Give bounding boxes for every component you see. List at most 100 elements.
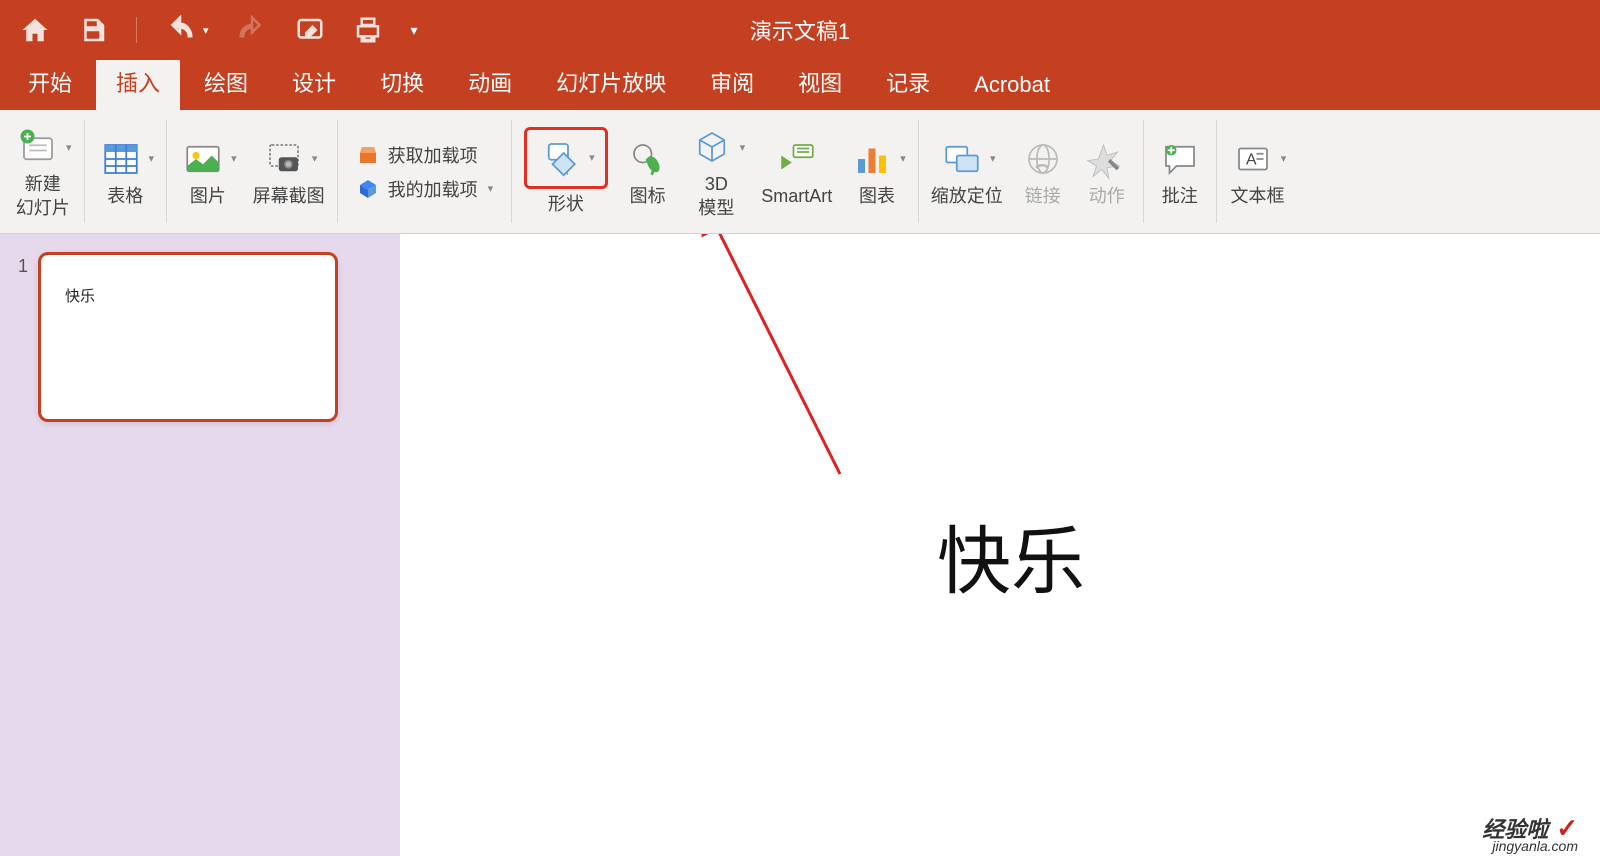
3dmodel-button[interactable]: ▾ 3D 模型	[680, 110, 754, 233]
tab-animation[interactable]: 动画	[448, 54, 532, 110]
divider	[136, 17, 137, 43]
dropdown-arrow[interactable]: ▾	[312, 152, 318, 165]
dropdown-arrow[interactable]: ▾	[66, 141, 72, 154]
action-button[interactable]: 动作	[1075, 110, 1139, 233]
smartart-label: SmartArt	[761, 185, 832, 208]
action-label: 动作	[1089, 185, 1125, 208]
separator	[337, 120, 338, 223]
shapes-icon	[537, 134, 585, 182]
link-label: 链接	[1025, 185, 1061, 208]
textbox-label: 文本框	[1231, 185, 1285, 208]
zoom-button[interactable]: ▾ 缩放定位	[923, 110, 1011, 233]
tab-insert[interactable]: 插入	[96, 54, 180, 110]
comment-label: 批注	[1162, 185, 1198, 208]
tab-home[interactable]: 开始	[8, 54, 92, 110]
shapes-group-wrapper: ▾ 形状	[516, 110, 616, 233]
3dmodel-icon	[688, 123, 736, 171]
tab-acrobat[interactable]: Acrobat	[954, 60, 1070, 110]
dropdown-arrow[interactable]: ▾	[900, 152, 906, 165]
new-slide-button[interactable]: ▾ 新建 幻灯片	[6, 110, 80, 233]
tab-transition[interactable]: 切换	[360, 54, 444, 110]
ribbon: ▾ 新建 幻灯片 ▾ 表格 ▾ 图片 ▾ 屏幕截图	[0, 110, 1600, 234]
link-icon	[1019, 135, 1067, 183]
dropdown-arrow[interactable]: ▾	[589, 151, 595, 164]
get-addins-button[interactable]: 获取加载项	[356, 142, 478, 168]
tab-view[interactable]: 视图	[778, 54, 862, 110]
separator	[918, 120, 919, 223]
dropdown-arrow[interactable]: ▾	[740, 141, 746, 154]
table-button[interactable]: ▾ 表格	[89, 110, 163, 233]
thumbnail-row[interactable]: 1 快乐	[18, 252, 382, 422]
dropdown-arrow[interactable]: ▾	[488, 182, 494, 195]
slide-canvas-area: 快乐	[400, 234, 1600, 856]
separator	[1143, 120, 1144, 223]
separator	[1216, 120, 1217, 223]
my-addins-label: 我的加载项	[388, 176, 478, 202]
get-addins-label: 获取加载项	[388, 142, 478, 168]
shapes-label: 形状	[548, 193, 584, 216]
separator	[166, 120, 167, 223]
tab-slideshow[interactable]: 幻灯片放映	[536, 54, 686, 110]
tab-draw[interactable]: 绘图	[184, 54, 268, 110]
my-addins-button[interactable]: 我的加载项 ▾	[356, 176, 494, 202]
table-label: 表格	[107, 185, 143, 208]
3dmodel-label: 3D 模型	[698, 173, 734, 220]
quick-access-toolbar: ▾ ▾	[20, 15, 418, 45]
chart-label: 图表	[859, 185, 895, 208]
dropdown-arrow[interactable]: ▾	[149, 152, 155, 165]
addins-icon	[356, 177, 380, 201]
chart-icon	[848, 135, 896, 183]
watermark-url: jingyanla.com	[1492, 838, 1578, 854]
comment-icon	[1156, 135, 1204, 183]
zoom-label: 缩放定位	[931, 185, 1003, 208]
icons-label: 图标	[630, 185, 666, 208]
dropdown-arrow[interactable]: ▾	[990, 152, 996, 165]
tab-record[interactable]: 记录	[866, 54, 950, 110]
slide-text-content: 快乐	[937, 502, 1085, 609]
table-icon	[97, 135, 145, 183]
store-icon	[356, 143, 380, 167]
new-slide-icon	[14, 123, 62, 171]
picture-label: 图片	[190, 185, 226, 208]
qat-more-dropdown[interactable]: ▾	[411, 22, 418, 39]
print-icon[interactable]	[353, 15, 383, 45]
separator	[511, 120, 512, 223]
thumbnail-text: 快乐	[65, 285, 311, 306]
redo-icon[interactable]	[237, 15, 267, 45]
undo-icon[interactable]	[165, 15, 195, 45]
icons-button[interactable]: 图标	[616, 110, 680, 233]
icons-icon	[624, 135, 672, 183]
chart-button[interactable]: ▾ 图表	[840, 110, 914, 233]
undo-dropdown[interactable]: ▾	[203, 24, 209, 37]
zoom-icon	[938, 135, 986, 183]
shapes-button[interactable]: ▾	[537, 134, 595, 182]
dropdown-arrow[interactable]: ▾	[231, 152, 237, 165]
slide-number: 1	[18, 256, 28, 277]
picture-button[interactable]: ▾ 图片	[171, 110, 245, 233]
smartart-button[interactable]: SmartArt	[753, 110, 840, 233]
ribbon-tabs: 开始 插入 绘图 设计 切换 动画 幻灯片放映 审阅 视图 记录 Acrobat	[0, 60, 1600, 110]
textbox-icon: A	[1229, 135, 1277, 183]
slide[interactable]: 快乐	[422, 254, 1600, 856]
titlebar: ▾ ▾ 演示文稿1	[0, 0, 1600, 60]
tab-design[interactable]: 设计	[272, 54, 356, 110]
shapes-highlight: ▾	[524, 127, 608, 189]
tab-review[interactable]: 审阅	[690, 54, 774, 110]
slide-thumbnails-panel: 1 快乐	[0, 234, 400, 856]
screenshot-button[interactable]: ▾ 屏幕截图	[245, 110, 333, 233]
dropdown-arrow[interactable]: ▾	[1281, 152, 1287, 165]
slide-thumbnail[interactable]: 快乐	[38, 252, 338, 422]
screenshot-label: 屏幕截图	[253, 185, 325, 208]
new-slide-label: 新建 幻灯片	[16, 173, 70, 220]
screenshot-icon	[260, 135, 308, 183]
document-title: 演示文稿1	[750, 14, 850, 46]
workspace: 1 快乐 快乐	[0, 234, 1600, 856]
save-icon[interactable]	[78, 15, 108, 45]
home-icon[interactable]	[20, 15, 50, 45]
separator	[84, 120, 85, 223]
textbox-button[interactable]: A ▾ 文本框	[1221, 110, 1295, 233]
edit-icon[interactable]	[295, 15, 325, 45]
comment-button[interactable]: 批注	[1148, 110, 1212, 233]
smartart-icon	[773, 135, 821, 183]
link-button[interactable]: 链接	[1011, 110, 1075, 233]
